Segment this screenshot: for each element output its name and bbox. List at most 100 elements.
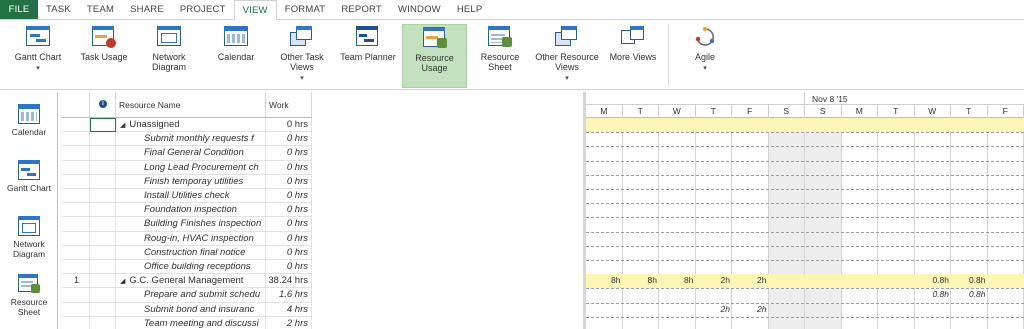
row-work-cell[interactable]: 0 hrs: [266, 132, 312, 147]
row-name-cell[interactable]: Office building receptions: [116, 260, 266, 275]
row-name-cell[interactable]: ◢ G.C. General Management: [116, 274, 266, 289]
timephased-work-value[interactable]: 2h: [732, 274, 769, 287]
other-resource-views-dropdown-icon[interactable]: ▾: [565, 74, 569, 84]
row-id-cell[interactable]: [62, 260, 90, 275]
task-assignment-row[interactable]: Team meeting and discussi 2 hrs: [62, 316, 312, 329]
row-name-cell[interactable]: Long Lead Procurement ch: [116, 160, 266, 175]
viewbar-resource-sheet[interactable]: Resource Sheet: [0, 274, 58, 317]
task-assignment-row[interactable]: Office building receptions 0 hrs: [62, 260, 312, 275]
row-id-cell[interactable]: [62, 160, 90, 175]
row-indicator-cell[interactable]: [90, 302, 116, 317]
timephased-work-value[interactable]: 0.8h: [915, 288, 952, 301]
id-column-header[interactable]: [62, 92, 90, 118]
task-assignment-row[interactable]: Final General Condition 0 hrs: [62, 146, 312, 161]
viewbar-gantt-chart[interactable]: Gantt Chart: [0, 160, 58, 193]
row-name-cell[interactable]: ◢ Unassigned: [116, 118, 266, 133]
row-name-cell[interactable]: Roug-in, HVAC inspection: [116, 231, 266, 246]
collapse-icon[interactable]: ◢: [120, 122, 125, 129]
timephased-work-value[interactable]: 8h: [623, 274, 660, 287]
calendar-button[interactable]: Calendar: [210, 24, 262, 88]
row-name-cell[interactable]: Submit bond and insuranc: [116, 302, 266, 317]
resource-group-row[interactable]: 1 ◢ G.C. General Management 38.24 hrs: [62, 274, 312, 289]
task-assignment-row[interactable]: Install Utilities check 0 hrs: [62, 189, 312, 204]
timephased-work-value[interactable]: 8h: [659, 274, 696, 287]
row-indicator-cell[interactable]: [90, 260, 116, 275]
task-assignment-row[interactable]: Building Finishes inspection 0 hrs: [62, 217, 312, 232]
menu-team[interactable]: TEAM: [79, 0, 122, 19]
menu-share[interactable]: SHARE: [122, 0, 172, 19]
other-task-views-dropdown-icon[interactable]: ▾: [300, 74, 304, 84]
row-work-cell[interactable]: 0 hrs: [266, 118, 312, 133]
resource-name-column-header[interactable]: Resource Name: [116, 92, 266, 118]
menu-window[interactable]: WINDOW: [390, 0, 449, 19]
viewbar-calendar[interactable]: Calendar: [0, 104, 58, 137]
row-indicator-cell[interactable]: [90, 160, 116, 175]
row-name-cell[interactable]: Building Finishes inspection: [116, 217, 266, 232]
other-resource-views-button[interactable]: Other Resource Views ▾: [535, 24, 599, 88]
row-indicator-cell[interactable]: [90, 274, 116, 289]
resource-group-row[interactable]: ◢ Unassigned 0 hrs: [62, 118, 312, 133]
row-indicator-cell[interactable]: [90, 288, 116, 303]
row-id-cell[interactable]: [62, 189, 90, 204]
row-indicator-cell[interactable]: [90, 146, 116, 161]
timephased-work-value[interactable]: 2h: [732, 303, 769, 316]
task-assignment-row[interactable]: Submit bond and insuranc 4 hrs: [62, 302, 312, 317]
row-indicator-cell[interactable]: [90, 217, 116, 232]
work-column-header[interactable]: Work: [266, 92, 312, 118]
resource-usage-button[interactable]: Resource Usage: [402, 24, 467, 88]
row-work-cell[interactable]: 2 hrs: [266, 316, 312, 329]
menu-report[interactable]: REPORT: [333, 0, 390, 19]
timephased-work-value[interactable]: 0.8h: [951, 288, 988, 301]
row-work-cell[interactable]: 0 hrs: [266, 146, 312, 161]
row-indicator-cell[interactable]: [90, 132, 116, 147]
row-name-cell[interactable]: Team meeting and discussi: [116, 316, 266, 329]
task-assignment-row[interactable]: Construction final notice 0 hrs: [62, 245, 312, 260]
network-diagram-button[interactable]: Network Diagram: [140, 24, 198, 88]
row-id-cell[interactable]: [62, 316, 90, 329]
menu-file[interactable]: FILE: [0, 0, 38, 19]
menu-help[interactable]: HELP: [449, 0, 491, 19]
row-indicator-cell[interactable]: [90, 203, 116, 218]
row-indicator-cell[interactable]: [90, 174, 116, 189]
row-id-cell[interactable]: [62, 288, 90, 303]
menu-view[interactable]: VIEW: [233, 0, 277, 20]
row-work-cell[interactable]: 0 hrs: [266, 231, 312, 246]
row-id-cell[interactable]: [62, 118, 90, 133]
task-usage-button[interactable]: Task Usage: [78, 24, 130, 88]
task-assignment-row[interactable]: Roug-in, HVAC inspection 0 hrs: [62, 231, 312, 246]
row-name-cell[interactable]: Prepare and submit schedu: [116, 288, 266, 303]
other-task-views-button[interactable]: Other Task Views ▾: [272, 24, 332, 88]
row-work-cell[interactable]: 0 hrs: [266, 217, 312, 232]
row-id-cell[interactable]: 1: [62, 274, 90, 289]
timephased-work-value[interactable]: 0.8h: [915, 274, 952, 287]
row-work-cell[interactable]: 0 hrs: [266, 260, 312, 275]
collapse-icon[interactable]: ◢: [120, 278, 125, 285]
resource-sheet-button[interactable]: Resource Sheet: [470, 24, 530, 88]
row-work-cell[interactable]: 1.6 hrs: [266, 288, 312, 303]
row-id-cell[interactable]: [62, 245, 90, 260]
row-indicator-cell[interactable]: [90, 231, 116, 246]
row-indicator-cell[interactable]: [90, 316, 116, 329]
row-indicator-cell[interactable]: [90, 118, 116, 133]
task-assignment-row[interactable]: Foundation inspection 0 hrs: [62, 203, 312, 218]
row-id-cell[interactable]: [62, 203, 90, 218]
viewbar-network-diagram[interactable]: Network Diagram: [0, 216, 58, 259]
row-id-cell[interactable]: [62, 174, 90, 189]
row-work-cell[interactable]: 0 hrs: [266, 189, 312, 204]
row-id-cell[interactable]: [62, 217, 90, 232]
indicators-column-header[interactable]: i: [90, 92, 116, 118]
row-work-cell[interactable]: 38.24 hrs: [266, 274, 312, 289]
row-id-cell[interactable]: [62, 146, 90, 161]
team-planner-button[interactable]: Team Planner: [338, 24, 398, 88]
row-work-cell[interactable]: 4 hrs: [266, 302, 312, 317]
timephased-work-value[interactable]: 8h: [586, 274, 623, 287]
row-id-cell[interactable]: [62, 231, 90, 246]
row-name-cell[interactable]: Final General Condition: [116, 146, 266, 161]
timephased-work-value[interactable]: 0.8h: [951, 274, 988, 287]
row-id-cell[interactable]: [62, 132, 90, 147]
agile-button[interactable]: Agile ▾: [680, 24, 730, 88]
row-name-cell[interactable]: Install Utilities check: [116, 189, 266, 204]
menu-task[interactable]: TASK: [38, 0, 79, 19]
task-assignment-row[interactable]: Submit monthly requests f 0 hrs: [62, 132, 312, 147]
row-indicator-cell[interactable]: [90, 245, 116, 260]
